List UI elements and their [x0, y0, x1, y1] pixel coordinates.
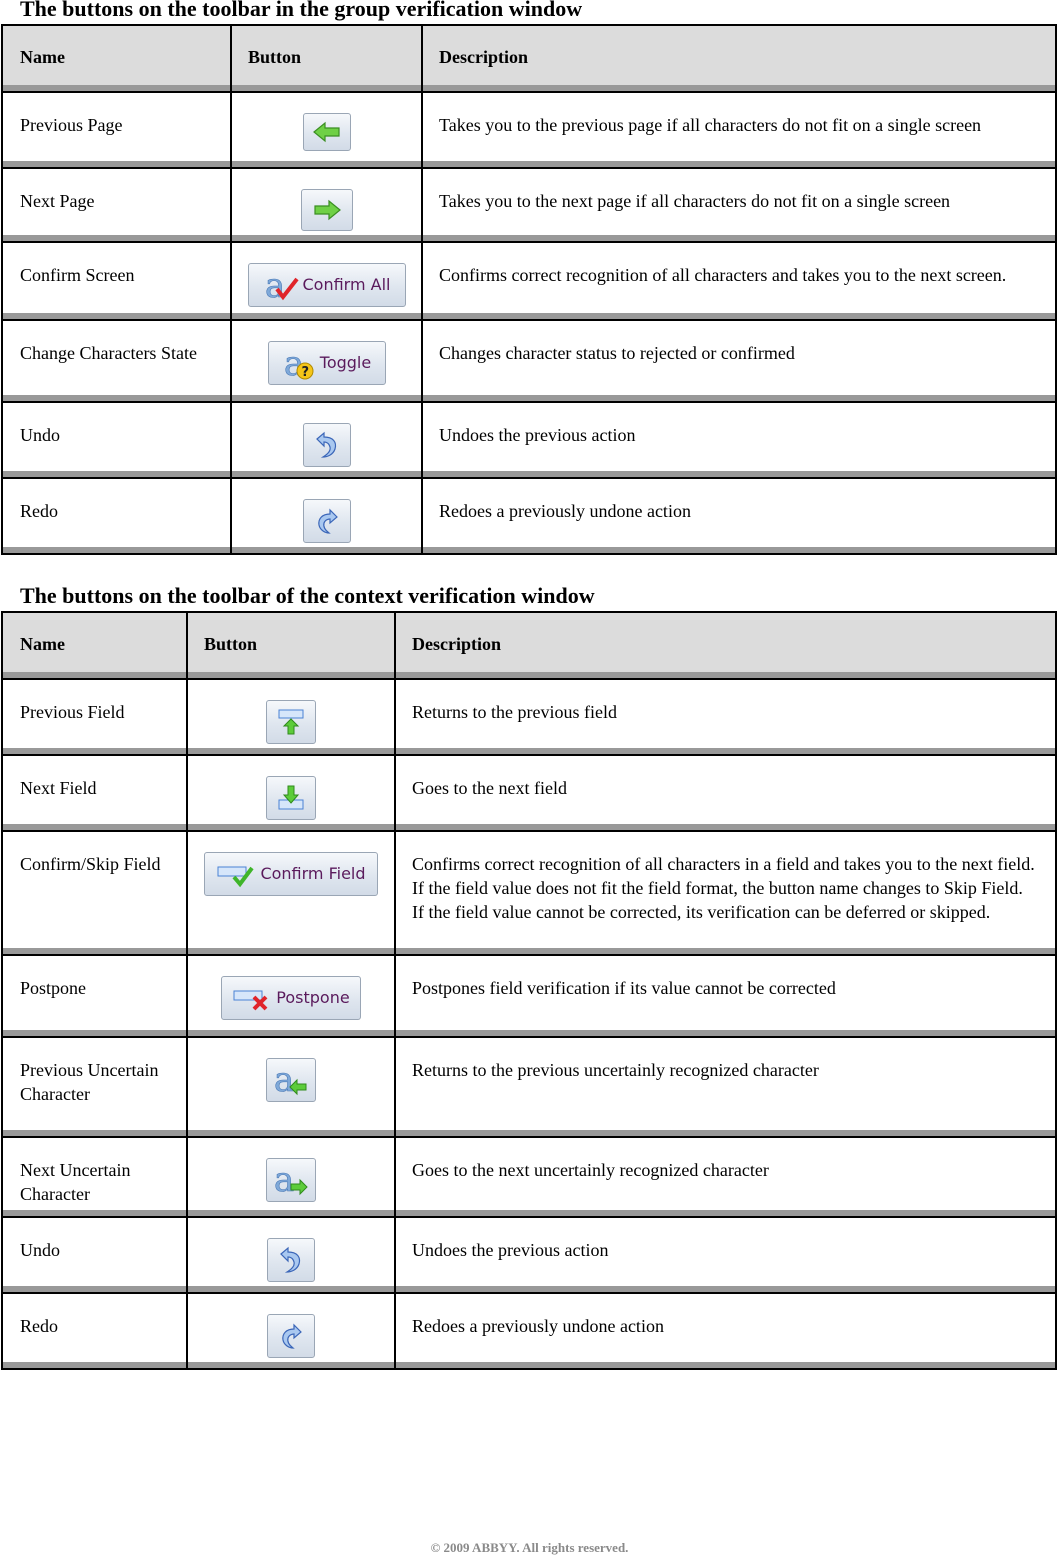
table-row: Redo Redoes a previously undone action [1, 477, 1057, 555]
table-row: Change Characters State a? Toggle Change… [1, 319, 1057, 402]
row-name: Undo [1, 1216, 188, 1293]
table-row: Postpone Postpone Postpones field verifi… [1, 954, 1057, 1037]
column-header-description: Description [394, 611, 1057, 679]
table-row: Confirm/Skip Field Confirm Field Confirm… [1, 830, 1057, 955]
previous-page-button[interactable] [302, 113, 351, 151]
row-description: Undoes the previous action [394, 1216, 1057, 1293]
row-description: Changes character status to rejected or … [421, 319, 1057, 402]
redo-button[interactable] [302, 499, 351, 543]
svg-text:?: ? [301, 365, 309, 380]
row-name: Next Uncertain Character [1, 1136, 188, 1217]
undo-button[interactable] [267, 1238, 315, 1282]
letter-a-left-arrow-icon: a [274, 1062, 307, 1098]
letter-a-right-arrow-icon: a [274, 1162, 308, 1198]
table-row: Redo Redoes a previously undone action [1, 1292, 1057, 1370]
column-header-button: Button [230, 24, 423, 92]
row-name: Next Page [1, 167, 232, 242]
redo-icon [282, 1323, 302, 1349]
next-field-button[interactable] [266, 776, 316, 820]
row-description: Returns to the previous field [394, 678, 1057, 755]
postpone-button[interactable]: Postpone [221, 976, 361, 1020]
svg-text:a: a [274, 1062, 294, 1098]
arrow-right-green-icon [313, 199, 341, 221]
button-label: Toggle [319, 353, 372, 372]
row-description: Returns to the previous uncertainly reco… [394, 1036, 1057, 1137]
undo-icon [280, 1246, 301, 1273]
column-header-description: Description [421, 24, 1057, 92]
row-name: Redo [1, 477, 232, 555]
field-check-icon [217, 866, 255, 888]
row-description: Redoes a previously undone action [421, 477, 1057, 555]
copyright-footer: © 2009 ABBYY. All rights reserved. [430, 1540, 629, 1555]
row-description: Postpones field verification if its valu… [394, 954, 1057, 1037]
redo-icon [317, 508, 338, 534]
toggle-button[interactable]: a? Toggle [267, 341, 386, 385]
row-description: Takes you to the next page if all charac… [421, 167, 1057, 242]
row-name: Next Field [1, 754, 188, 831]
next-page-button[interactable] [300, 189, 353, 231]
row-description: Goes to the next uncertainly recognized … [394, 1136, 1057, 1217]
table-row: Previous Field Returns to the previous f… [1, 678, 1057, 755]
row-description: Redoes a previously undone action [394, 1292, 1057, 1370]
letter-a-question-icon: a? [283, 345, 314, 381]
field-cross-icon [233, 990, 268, 1011]
row-name: Previous Field [1, 678, 188, 755]
table-row: Next Page Takes you to the next page if … [1, 167, 1057, 242]
arrow-left-green-icon [312, 121, 340, 143]
row-description: Confirms correct recognition of all char… [421, 241, 1057, 320]
undo-button[interactable] [302, 423, 351, 467]
table-title-group-verification: The buttons on the toolbar in the group … [20, 0, 583, 21]
confirm-all-button[interactable]: a Confirm All [247, 263, 406, 307]
row-name: Postpone [1, 954, 188, 1037]
row-name: Change Characters State [1, 319, 232, 402]
column-header-name: Name [1, 611, 188, 679]
button-label: Confirm Field [260, 864, 366, 883]
table-row: Previous Uncertain Character a Returns t… [1, 1036, 1057, 1137]
previous-uncertain-character-button[interactable]: a [266, 1058, 316, 1102]
button-label: Postpone [276, 988, 350, 1007]
row-name: Confirm Screen [1, 241, 232, 320]
row-description: Confirms correct recognition of all char… [394, 830, 1057, 955]
group-verification-toolbar-table: Name Button Description Previous Page Ta… [1, 24, 1057, 555]
row-description: Undoes the previous action [421, 401, 1057, 478]
button-label: Confirm All [302, 275, 391, 294]
previous-field-button[interactable] [266, 700, 316, 744]
field-down-arrow-icon [278, 785, 304, 810]
row-name: Redo [1, 1292, 188, 1370]
column-header-name: Name [1, 24, 232, 92]
row-name: Confirm/Skip Field [1, 830, 188, 955]
next-uncertain-character-button[interactable]: a [266, 1158, 316, 1202]
row-description: Goes to the next field [394, 754, 1057, 831]
table-row: Next Uncertain Character a Goes to the n… [1, 1136, 1057, 1217]
undo-icon [315, 431, 336, 458]
context-verification-toolbar-table: Name Button Description Previous Field R… [1, 611, 1057, 1370]
row-name: Previous Uncertain Character [1, 1036, 188, 1137]
table-row: Undo Undoes the previous action [1, 401, 1057, 478]
svg-text:a: a [274, 1162, 294, 1198]
row-name: Undo [1, 401, 232, 478]
table-row: Undo Undoes the previous action [1, 1216, 1057, 1293]
confirm-field-button[interactable]: Confirm Field [204, 852, 378, 896]
column-header-button: Button [186, 611, 396, 679]
table-row: Previous Page Takes you to the previous … [1, 91, 1057, 168]
row-description: Takes you to the previous page if all ch… [421, 91, 1057, 168]
table-row: Confirm Screen a Confirm All Confirms co… [1, 241, 1057, 320]
row-name: Previous Page [1, 91, 232, 168]
table-title-context-verification: The buttons on the toolbar of the contex… [20, 583, 595, 608]
letter-a-check-icon: a [264, 267, 299, 303]
redo-button[interactable] [267, 1314, 315, 1358]
field-up-arrow-icon [278, 709, 304, 735]
table-row: Next Field Goes to the next field [1, 754, 1057, 831]
